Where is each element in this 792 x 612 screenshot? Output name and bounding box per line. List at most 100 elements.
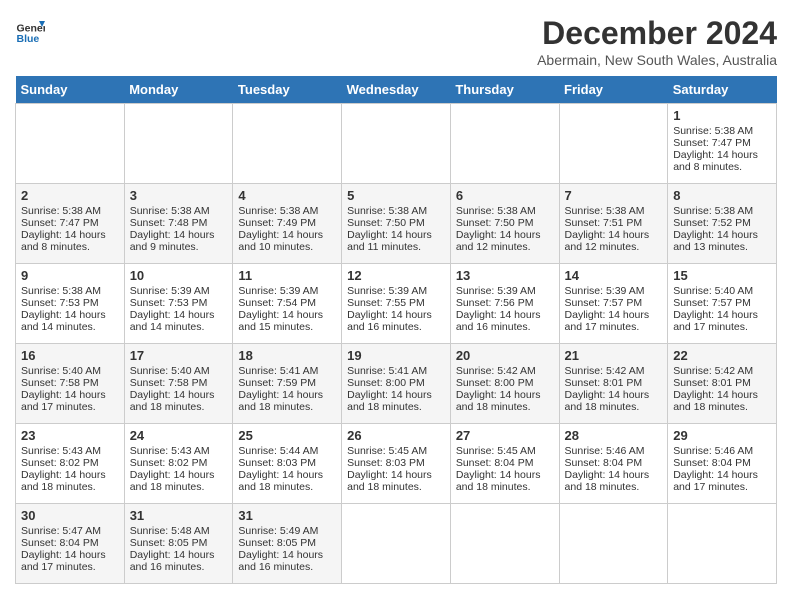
day-number: 26 xyxy=(347,428,445,443)
sunset-text: Sunset: 8:05 PM xyxy=(238,537,316,549)
day-number: 2 xyxy=(21,188,119,203)
table-row: 10Sunrise: 5:39 AMSunset: 7:53 PMDayligh… xyxy=(124,264,233,344)
sunrise-text: Sunrise: 5:39 AM xyxy=(347,285,427,297)
sunset-text: Sunset: 7:50 PM xyxy=(456,217,534,229)
day-number: 30 xyxy=(21,508,119,523)
day-number: 17 xyxy=(130,348,228,363)
daylight-text: Daylight: 14 hours and 10 minutes. xyxy=(238,229,323,253)
table-row xyxy=(233,104,342,184)
sunrise-text: Sunrise: 5:38 AM xyxy=(673,125,753,137)
sunrise-text: Sunrise: 5:42 AM xyxy=(673,365,753,377)
day-number: 5 xyxy=(347,188,445,203)
day-number: 3 xyxy=(130,188,228,203)
day-number: 23 xyxy=(21,428,119,443)
daylight-text: Daylight: 14 hours and 18 minutes. xyxy=(130,469,215,493)
table-row: 12Sunrise: 5:39 AMSunset: 7:55 PMDayligh… xyxy=(342,264,451,344)
table-row xyxy=(450,504,559,584)
sunrise-text: Sunrise: 5:48 AM xyxy=(130,525,210,537)
daylight-text: Daylight: 14 hours and 8 minutes. xyxy=(673,149,758,173)
daylight-text: Daylight: 14 hours and 17 minutes. xyxy=(673,309,758,333)
table-row xyxy=(559,104,668,184)
table-row: 15 Sunrise: 5:40 AMSunset: 7:57 PMDayligh… xyxy=(668,264,777,344)
sunrise-text: Sunrise: 5:38 AM xyxy=(456,205,536,217)
sunset-text: Sunset: 7:51 PM xyxy=(565,217,643,229)
table-row: 23Sunrise: 5:43 AMSunset: 8:02 PMDayligh… xyxy=(16,424,125,504)
sunset-text: Sunset: 7:49 PM xyxy=(238,217,316,229)
daylight-text: Daylight: 14 hours and 18 minutes. xyxy=(347,469,432,493)
sunrise-text: Sunrise: 5:38 AM xyxy=(130,205,210,217)
sunset-text: Sunset: 8:04 PM xyxy=(21,537,99,549)
day-number: 22 xyxy=(673,348,771,363)
sunrise-text: Sunrise: 5:46 AM xyxy=(565,445,645,457)
sunset-text: Sunset: 7:57 PM xyxy=(565,297,643,309)
table-row: 27Sunrise: 5:45 AMSunset: 8:04 PMDayligh… xyxy=(450,424,559,504)
sunset-text: Sunset: 8:00 PM xyxy=(347,377,425,389)
daylight-text: Daylight: 14 hours and 16 minutes. xyxy=(238,549,323,573)
col-monday: Monday xyxy=(124,76,233,104)
table-row: 30Sunrise: 5:47 AMSunset: 8:04 PMDayligh… xyxy=(16,504,125,584)
table-row: 9Sunrise: 5:38 AMSunset: 7:53 PMDaylight… xyxy=(16,264,125,344)
table-row: 6Sunrise: 5:38 AMSunset: 7:50 PMDaylight… xyxy=(450,184,559,264)
daylight-text: Daylight: 14 hours and 14 minutes. xyxy=(21,309,106,333)
calendar-week-2: 2Sunrise: 5:38 AMSunset: 7:47 PMDaylight… xyxy=(16,184,777,264)
sunrise-text: Sunrise: 5:40 AM xyxy=(673,285,753,297)
daylight-text: Daylight: 14 hours and 16 minutes. xyxy=(130,549,215,573)
daylight-text: Daylight: 14 hours and 13 minutes. xyxy=(673,229,758,253)
sunrise-text: Sunrise: 5:39 AM xyxy=(565,285,645,297)
sunset-text: Sunset: 8:03 PM xyxy=(347,457,425,469)
day-number: 7 xyxy=(565,188,663,203)
sunset-text: Sunset: 7:57 PM xyxy=(673,297,751,309)
day-number: 19 xyxy=(347,348,445,363)
calendar-week-5: 23Sunrise: 5:43 AMSunset: 8:02 PMDayligh… xyxy=(16,424,777,504)
daylight-text: Daylight: 14 hours and 14 minutes. xyxy=(130,309,215,333)
sunrise-text: Sunrise: 5:43 AM xyxy=(21,445,101,457)
table-row: 18Sunrise: 5:41 AMSunset: 7:59 PMDayligh… xyxy=(233,344,342,424)
daylight-text: Daylight: 14 hours and 18 minutes. xyxy=(238,389,323,413)
day-number: 31 xyxy=(130,508,228,523)
sunrise-text: Sunrise: 5:43 AM xyxy=(130,445,210,457)
daylight-text: Daylight: 14 hours and 17 minutes. xyxy=(21,549,106,573)
sunset-text: Sunset: 8:02 PM xyxy=(130,457,208,469)
sunset-text: Sunset: 8:04 PM xyxy=(456,457,534,469)
table-row xyxy=(124,104,233,184)
sunset-text: Sunset: 8:00 PM xyxy=(456,377,534,389)
sunrise-text: Sunrise: 5:40 AM xyxy=(21,365,101,377)
daylight-text: Daylight: 14 hours and 12 minutes. xyxy=(565,229,650,253)
sunrise-text: Sunrise: 5:38 AM xyxy=(21,205,101,217)
table-row: 14Sunrise: 5:39 AMSunset: 7:57 PMDayligh… xyxy=(559,264,668,344)
day-number: 15 xyxy=(673,268,771,283)
table-row: 28Sunrise: 5:46 AMSunset: 8:04 PMDayligh… xyxy=(559,424,668,504)
daylight-text: Daylight: 14 hours and 18 minutes. xyxy=(565,469,650,493)
sunrise-text: Sunrise: 5:41 AM xyxy=(347,365,427,377)
day-number: 4 xyxy=(238,188,336,203)
calendar-header-row: Sunday Monday Tuesday Wednesday Thursday… xyxy=(16,76,777,104)
table-row xyxy=(668,504,777,584)
sunset-text: Sunset: 7:47 PM xyxy=(673,137,751,149)
col-tuesday: Tuesday xyxy=(233,76,342,104)
calendar-week-1: 1Sunrise: 5:38 AMSunset: 7:47 PMDaylight… xyxy=(16,104,777,184)
table-row xyxy=(342,104,451,184)
sunset-text: Sunset: 7:47 PM xyxy=(21,217,99,229)
sunset-text: Sunset: 8:01 PM xyxy=(565,377,643,389)
sunset-text: Sunset: 7:53 PM xyxy=(130,297,208,309)
table-row: 22Sunrise: 5:42 AMSunset: 8:01 PMDayligh… xyxy=(668,344,777,424)
day-number: 6 xyxy=(456,188,554,203)
location: Abermain, New South Wales, Australia xyxy=(537,52,777,68)
daylight-text: Daylight: 14 hours and 17 minutes. xyxy=(21,389,106,413)
table-row: 7Sunrise: 5:38 AMSunset: 7:51 PMDaylight… xyxy=(559,184,668,264)
sunset-text: Sunset: 8:04 PM xyxy=(565,457,643,469)
sunset-text: Sunset: 7:58 PM xyxy=(21,377,99,389)
sunrise-text: Sunrise: 5:38 AM xyxy=(347,205,427,217)
day-number: 18 xyxy=(238,348,336,363)
col-friday: Friday xyxy=(559,76,668,104)
daylight-text: Daylight: 14 hours and 18 minutes. xyxy=(238,469,323,493)
day-number: 14 xyxy=(565,268,663,283)
col-sunday: Sunday xyxy=(16,76,125,104)
day-number: 31 xyxy=(238,508,336,523)
calendar-table: Sunday Monday Tuesday Wednesday Thursday… xyxy=(15,76,777,584)
table-row xyxy=(450,104,559,184)
sunset-text: Sunset: 7:55 PM xyxy=(347,297,425,309)
daylight-text: Daylight: 14 hours and 16 minutes. xyxy=(347,309,432,333)
table-row: 11Sunrise: 5:39 AMSunset: 7:54 PMDayligh… xyxy=(233,264,342,344)
sunrise-text: Sunrise: 5:45 AM xyxy=(456,445,536,457)
